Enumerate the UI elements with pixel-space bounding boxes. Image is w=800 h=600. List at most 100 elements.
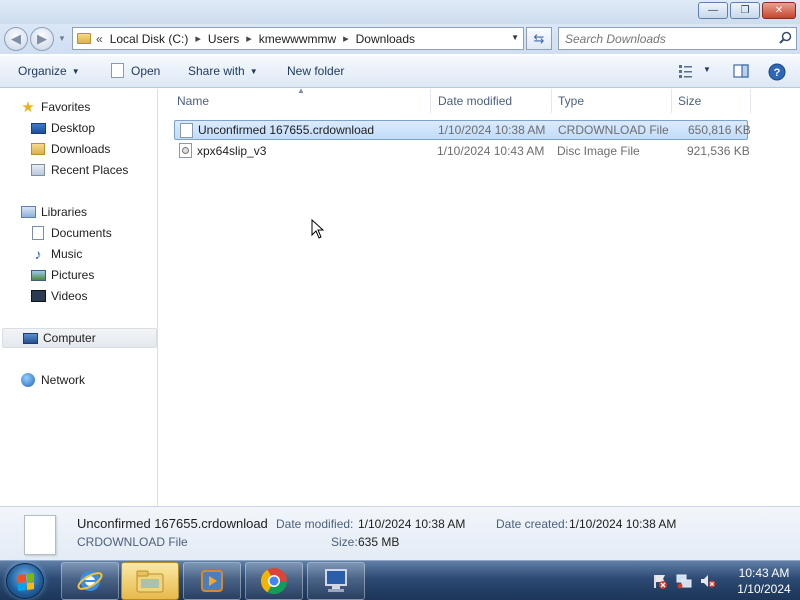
windows-logo-icon: [18, 573, 34, 591]
network-status-icon[interactable]: [676, 573, 692, 589]
taskbar-file-explorer[interactable]: [121, 562, 179, 600]
details-date-modified-label: Date modified:: [276, 517, 354, 531]
nav-videos[interactable]: Videos: [30, 286, 87, 306]
nav-pictures-label: Pictures: [51, 268, 95, 282]
chevron-right-icon[interactable]: ▸: [195, 32, 201, 45]
details-date-created-label: Date created:: [496, 517, 569, 531]
details-size-label: Size:: [331, 535, 358, 549]
chevron-right-icon[interactable]: ▸: [246, 32, 252, 45]
documents-icon: [30, 226, 46, 240]
recent-pages-dropdown[interactable]: ▼: [58, 34, 66, 43]
open-button[interactable]: Open: [111, 62, 161, 78]
taskbar-internet-explorer[interactable]: [61, 562, 119, 600]
column-header-date-modified[interactable]: Date modified: [432, 89, 552, 113]
caret-down-icon: ▼: [71, 66, 80, 76]
search-icon[interactable]: [779, 31, 792, 44]
nav-network[interactable]: Network: [20, 370, 85, 390]
taskbar-chrome[interactable]: [245, 562, 303, 600]
help-icon[interactable]: ?: [768, 63, 786, 81]
file-size: 921,536 KB: [687, 144, 750, 158]
view-options-icon[interactable]: [678, 63, 694, 79]
caret-down-icon: ▼: [249, 66, 258, 76]
nav-libraries-label: Libraries: [41, 205, 88, 219]
document-icon: [111, 62, 124, 78]
address-row: ◀ ▶ ▼ « Local Disk (C:) ▸ Users ▸ kmewww…: [0, 24, 800, 54]
nav-libraries[interactable]: Libraries: [20, 202, 87, 222]
nav-pictures[interactable]: Pictures: [30, 265, 94, 285]
chrome-icon: [260, 568, 288, 595]
nav-music-label: Music: [51, 247, 83, 261]
remote-desktop-icon: [325, 569, 347, 592]
file-row[interactable]: Unconfirmed 167655.crdownload 1/10/2024 …: [174, 120, 751, 140]
search-box[interactable]: [558, 27, 797, 50]
nav-desktop[interactable]: Desktop: [30, 118, 95, 138]
system-clock[interactable]: 10:43 AM 1/10/2024: [734, 565, 794, 597]
file-preview-icon: [24, 515, 56, 555]
details-date-modified: 1/10/2024 10:38 AM: [358, 517, 466, 531]
nav-favorites[interactable]: ★ Favorites: [20, 97, 90, 117]
folder-icon: [77, 33, 91, 44]
back-button[interactable]: ◀: [4, 27, 28, 51]
nav-desktop-label: Desktop: [51, 121, 96, 135]
action-center-flag-icon[interactable]: [652, 573, 668, 589]
window-titlebar: — ❐ ✕: [0, 0, 800, 24]
details-file-name: Unconfirmed 167655.crdownload: [77, 516, 268, 531]
file-name: xpx64slip_v3: [197, 144, 267, 158]
window-controls: — ❐ ✕: [698, 2, 796, 19]
nav-computer[interactable]: Computer: [2, 328, 157, 348]
nav-music[interactable]: ♪ Music: [30, 244, 83, 264]
new-folder-button[interactable]: New folder: [287, 64, 344, 78]
file-explorer-icon: [136, 570, 164, 593]
start-button[interactable]: [6, 563, 44, 599]
open-label: Open: [131, 64, 161, 78]
minimize-button[interactable]: —: [698, 2, 728, 19]
close-button[interactable]: ✕: [762, 2, 796, 19]
blank-file-icon: [180, 123, 193, 138]
column-header-name[interactable]: Name: [171, 89, 431, 113]
nav-downloads[interactable]: Downloads: [30, 139, 110, 159]
pictures-icon: [30, 268, 46, 282]
file-date-modified: 1/10/2024 10:43 AM: [437, 144, 545, 158]
breadcrumb-user-folder[interactable]: kmewwwmmw: [259, 32, 336, 46]
breadcrumb-users[interactable]: Users: [208, 32, 239, 46]
taskbar-remote-desktop[interactable]: [307, 562, 365, 600]
volume-muted-icon[interactable]: [700, 573, 716, 589]
chevron-right-icon[interactable]: ▸: [343, 32, 349, 45]
organize-label: Organize: [18, 64, 67, 78]
taskbar-media-player[interactable]: [183, 562, 241, 600]
address-bar[interactable]: « Local Disk (C:) ▸ Users ▸ kmewwwmmw ▸ …: [72, 27, 524, 50]
refresh-icon: ⇆: [533, 30, 545, 46]
view-options-dropdown[interactable]: ▼: [703, 65, 711, 74]
file-date-modified: 1/10/2024 10:38 AM: [438, 123, 546, 137]
nav-documents[interactable]: Documents: [30, 223, 112, 243]
column-header-size[interactable]: Size: [672, 89, 751, 113]
details-size: 635 MB: [358, 535, 400, 549]
organize-menu[interactable]: Organize ▼: [18, 64, 80, 78]
preview-pane-icon[interactable]: [733, 63, 749, 79]
chevron-down-icon[interactable]: ▼: [511, 33, 519, 42]
clock-time: 10:43 AM: [738, 566, 790, 580]
details-file-type: CRDOWNLOAD File: [77, 535, 188, 549]
file-name: Unconfirmed 167655.crdownload: [198, 123, 375, 137]
videos-icon: [30, 289, 46, 303]
forward-button[interactable]: ▶: [30, 27, 54, 51]
refresh-button[interactable]: ⇆: [526, 27, 552, 50]
maximize-button[interactable]: ❐: [730, 2, 760, 19]
nav-network-label: Network: [41, 373, 86, 387]
breadcrumb-overflow[interactable]: «: [96, 32, 103, 46]
file-row[interactable]: xpx64slip_v3 1/10/2024 10:43 AM Disc Ima…: [174, 141, 750, 161]
nav-videos-label: Videos: [51, 289, 88, 303]
recent-places-icon: [30, 163, 46, 177]
search-input[interactable]: [559, 28, 769, 49]
mouse-cursor-icon: [311, 219, 325, 239]
column-header-type[interactable]: Type: [552, 89, 672, 113]
share-with-menu[interactable]: Share with ▼: [188, 64, 258, 78]
breadcrumb-local-disk[interactable]: Local Disk (C:): [110, 32, 189, 46]
file-type: Disc Image File: [557, 144, 640, 158]
nav-recent-places[interactable]: Recent Places: [30, 160, 128, 180]
details-date-created: 1/10/2024 10:38 AM: [569, 517, 677, 531]
arrow-left-icon: ◀: [11, 31, 21, 46]
media-player-icon: [201, 570, 223, 592]
breadcrumb-downloads[interactable]: Downloads: [356, 32, 415, 46]
computer-icon: [22, 331, 38, 345]
